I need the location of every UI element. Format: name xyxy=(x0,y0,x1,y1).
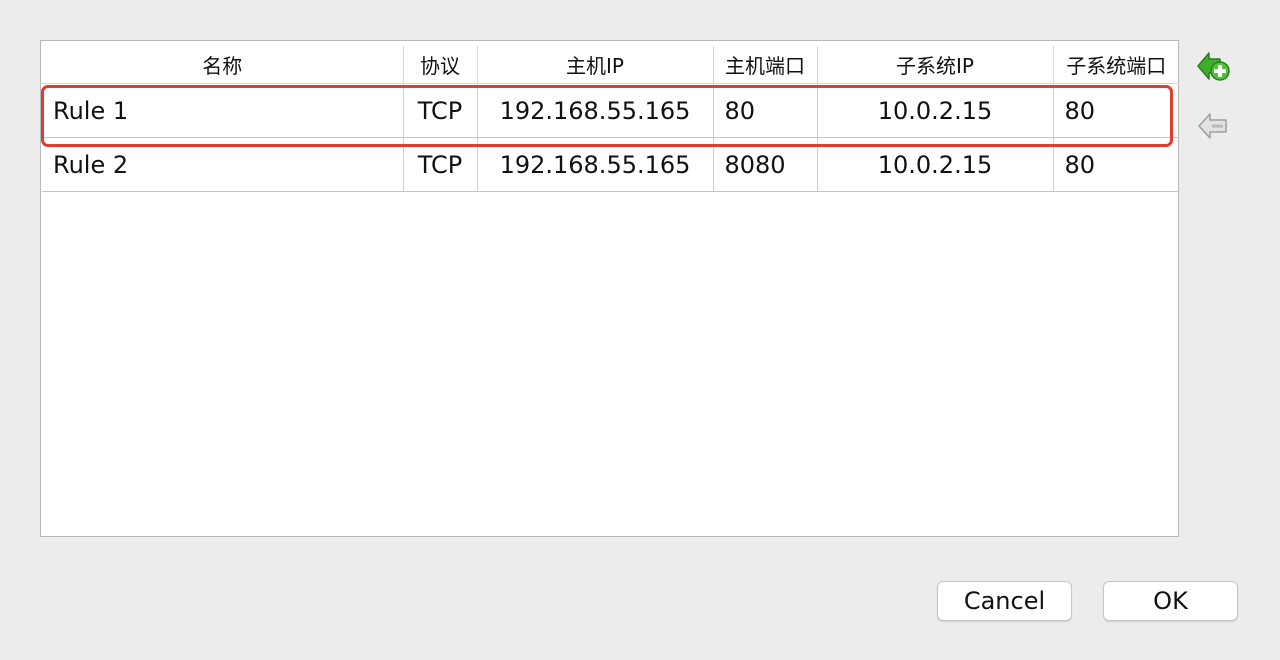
guest-ip-cell[interactable]: 10.0.2.15 xyxy=(816,83,1053,138)
cancel-button[interactable]: Cancel xyxy=(937,581,1072,621)
host-ip-cell[interactable]: 192.168.55.165 xyxy=(476,83,713,138)
column-header-protocol[interactable]: 协议 xyxy=(402,46,477,84)
column-header-guest-port[interactable]: 子系统端口 xyxy=(1052,46,1179,84)
add-rule-button[interactable] xyxy=(1196,48,1232,84)
add-rule-icon xyxy=(1197,52,1230,81)
column-header-host-ip[interactable]: 主机IP xyxy=(476,46,713,84)
rule-name-cell[interactable]: Rule 2 xyxy=(42,137,403,192)
column-header-guest-ip[interactable]: 子系统IP xyxy=(816,46,1053,84)
guest-port-cell[interactable]: 80 xyxy=(1052,137,1179,192)
table-row[interactable]: Rule 1 TCP 192.168.55.165 80 10.0.2.15 8… xyxy=(42,83,1179,138)
protocol-cell[interactable]: TCP xyxy=(402,137,477,192)
host-port-cell[interactable]: 8080 xyxy=(712,137,817,192)
ok-button[interactable]: OK xyxy=(1103,581,1238,621)
port-forwarding-table: 名称 协议 主机IP 主机端口 子系统IP 子系统端口 Rule 1 TCP 1… xyxy=(40,40,1179,537)
table-row[interactable]: Rule 2 TCP 192.168.55.165 8080 10.0.2.15… xyxy=(42,137,1179,192)
remove-rule-icon xyxy=(1198,113,1227,139)
remove-rule-button[interactable] xyxy=(1196,108,1232,144)
guest-ip-cell[interactable]: 10.0.2.15 xyxy=(816,137,1053,192)
host-ip-cell[interactable]: 192.168.55.165 xyxy=(476,137,713,192)
host-port-cell[interactable]: 80 xyxy=(712,83,817,138)
table-header-row: 名称 协议 主机IP 主机端口 子系统IP 子系统端口 xyxy=(42,46,1179,84)
protocol-cell[interactable]: TCP xyxy=(402,83,477,138)
rules-grid: 名称 协议 主机IP 主机端口 子系统IP 子系统端口 Rule 1 TCP 1… xyxy=(42,46,1179,192)
column-header-name[interactable]: 名称 xyxy=(42,46,403,84)
guest-port-cell[interactable]: 80 xyxy=(1052,83,1179,138)
rule-name-cell[interactable]: Rule 1 xyxy=(42,83,403,138)
column-header-host-port[interactable]: 主机端口 xyxy=(712,46,817,84)
